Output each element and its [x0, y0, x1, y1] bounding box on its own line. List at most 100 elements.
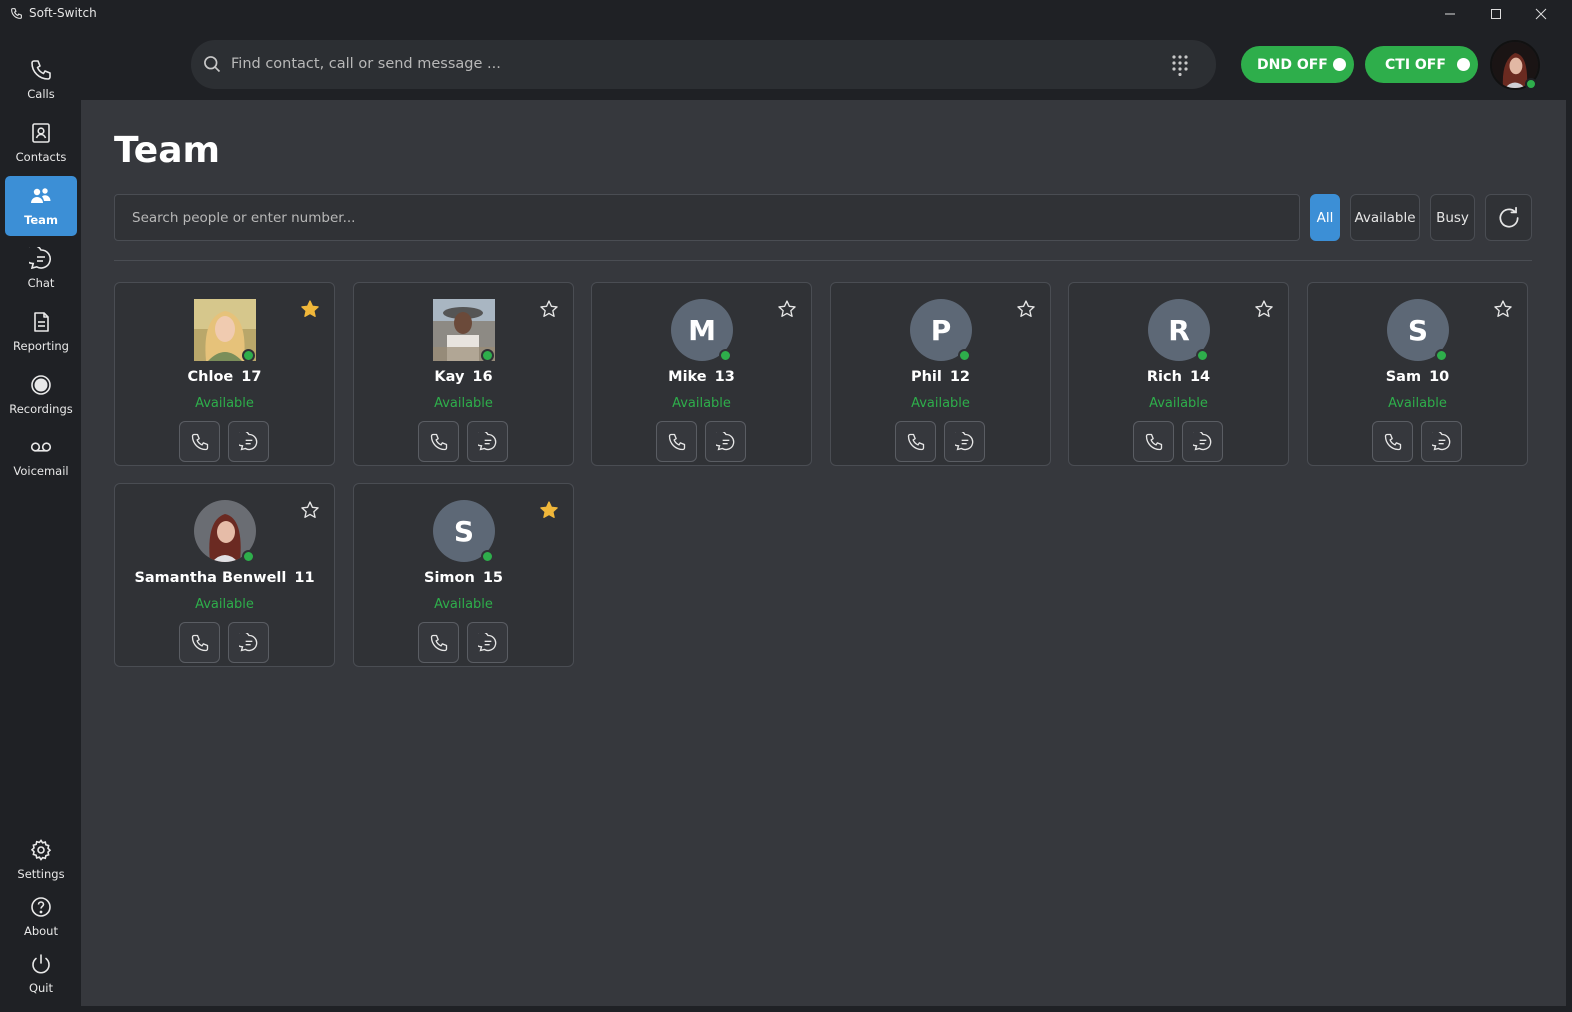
- message-button[interactable]: [944, 421, 985, 462]
- message-button[interactable]: [467, 622, 508, 663]
- member-status: Available: [911, 396, 970, 411]
- star-outline-icon[interactable]: [777, 299, 797, 319]
- phone-icon: [668, 433, 685, 450]
- sidebar-item-label: Voicemail: [13, 464, 69, 478]
- filter-busy-button[interactable]: Busy: [1430, 194, 1475, 241]
- message-button[interactable]: [1421, 421, 1462, 462]
- dialpad-icon[interactable]: [1169, 54, 1191, 76]
- chat-icon: [477, 431, 496, 450]
- dnd-toggle[interactable]: DND OFF: [1241, 46, 1354, 83]
- member-extension: 11: [294, 570, 315, 586]
- sidebar-item-label: Recordings: [9, 402, 73, 416]
- presence-dot: [1435, 349, 1448, 362]
- sidebar-item-label: Reporting: [13, 339, 69, 353]
- sidebar-item-chat[interactable]: Chat: [5, 239, 77, 299]
- member-name: Simon: [424, 570, 475, 586]
- member-status: Available: [195, 597, 254, 612]
- team-member-card[interactable]: P Phil 12 Available: [830, 282, 1051, 466]
- member-name: Mike: [668, 369, 707, 385]
- call-button[interactable]: [418, 421, 459, 462]
- filter-all-button[interactable]: All: [1310, 194, 1340, 241]
- sidebar-item-contacts[interactable]: Contacts: [5, 113, 77, 173]
- phone-icon: [1145, 433, 1162, 450]
- sidebar-item-label: Calls: [27, 87, 55, 101]
- phone-icon: [430, 634, 447, 651]
- message-button[interactable]: [1182, 421, 1223, 462]
- sidebar-item-team[interactable]: Team: [5, 176, 77, 236]
- power-icon: [32, 954, 50, 974]
- team-member-card[interactable]: Kay 16 Available: [353, 282, 574, 466]
- sidebar-item-label: Quit: [28, 981, 54, 995]
- sidebar-item-voicemail[interactable]: Voicemail: [5, 427, 77, 487]
- app-title: Soft-Switch: [10, 6, 97, 20]
- avatar: [433, 299, 495, 362]
- team-member-card[interactable]: M Mike 13 Available: [591, 282, 812, 466]
- team-member-card[interactable]: Chloe 17 Available: [114, 282, 335, 466]
- message-button[interactable]: [467, 421, 508, 462]
- message-button[interactable]: [705, 421, 746, 462]
- phone-icon: [430, 433, 447, 450]
- team-member-card[interactable]: S Sam 10 Available: [1307, 282, 1528, 466]
- star-outline-icon[interactable]: [300, 500, 320, 520]
- member-extension: 15: [482, 570, 503, 586]
- sidebar-item-reporting[interactable]: Reporting: [5, 302, 77, 362]
- team-member-card[interactable]: Samantha Benwell 11 Available: [114, 483, 335, 667]
- chat-icon: [1192, 431, 1211, 450]
- window-title: Soft-Switch: [29, 6, 97, 20]
- sidebar-item-calls[interactable]: Calls: [5, 50, 77, 110]
- sidebar-item-about[interactable]: About: [5, 887, 77, 947]
- global-search-input[interactable]: [231, 52, 1151, 76]
- call-button[interactable]: [656, 421, 697, 462]
- close-icon: [1535, 8, 1547, 20]
- member-name-line: Sam 10: [1308, 369, 1527, 385]
- member-status: Available: [195, 396, 254, 411]
- chat-icon: [238, 632, 257, 651]
- star-outline-icon[interactable]: [539, 299, 559, 319]
- star-filled-icon[interactable]: [539, 500, 559, 520]
- star-outline-icon[interactable]: [1016, 299, 1036, 319]
- help-icon: [31, 897, 51, 917]
- record-icon: [31, 375, 51, 395]
- avatar: [194, 500, 256, 563]
- team-member-card[interactable]: R Rich 14 Available: [1068, 282, 1289, 466]
- phone-icon: [191, 433, 208, 450]
- chat-icon: [29, 247, 51, 270]
- call-button[interactable]: [1372, 421, 1413, 462]
- member-name-line: Kay 16: [354, 369, 573, 385]
- call-button[interactable]: [179, 622, 220, 663]
- avatar: R: [1148, 299, 1210, 362]
- sidebar-item-recordings[interactable]: Recordings: [5, 365, 77, 425]
- gear-icon: [30, 839, 52, 861]
- presence-dot: [958, 349, 971, 362]
- call-button[interactable]: [179, 421, 220, 462]
- people-search-input[interactable]: [115, 195, 1299, 240]
- cti-toggle[interactable]: CTI OFF: [1365, 46, 1478, 83]
- filter-available-button[interactable]: Available: [1350, 194, 1420, 241]
- team-member-card[interactable]: S Simon 15 Available: [353, 483, 574, 667]
- message-button[interactable]: [228, 622, 269, 663]
- presence-dot: [242, 550, 255, 563]
- star-filled-icon[interactable]: [300, 299, 320, 319]
- minimize-icon: [1445, 13, 1455, 15]
- message-button[interactable]: [228, 421, 269, 462]
- call-button[interactable]: [895, 421, 936, 462]
- call-button[interactable]: [1133, 421, 1174, 462]
- member-status: Available: [434, 396, 493, 411]
- sidebar-item-settings[interactable]: Settings: [5, 830, 77, 890]
- sidebar-item-label: Settings: [17, 867, 65, 881]
- call-button[interactable]: [418, 622, 459, 663]
- phone-icon: [1384, 433, 1401, 450]
- toggle-knob: [1457, 58, 1470, 71]
- team-panel: Team All Available Busy Chloe 17 Available…: [81, 100, 1567, 1006]
- search-icon: [204, 56, 221, 73]
- minimize-button[interactable]: [1428, 0, 1472, 28]
- star-outline-icon[interactable]: [1254, 299, 1274, 319]
- member-name-line: Chloe 17: [115, 369, 334, 385]
- star-outline-icon[interactable]: [1493, 299, 1513, 319]
- refresh-button[interactable]: [1485, 194, 1532, 241]
- close-button[interactable]: [1519, 0, 1563, 28]
- chat-icon: [477, 632, 496, 651]
- sidebar-item-quit[interactable]: Quit: [5, 944, 77, 1004]
- maximize-button[interactable]: [1474, 0, 1518, 28]
- member-extension: 10: [1429, 369, 1450, 385]
